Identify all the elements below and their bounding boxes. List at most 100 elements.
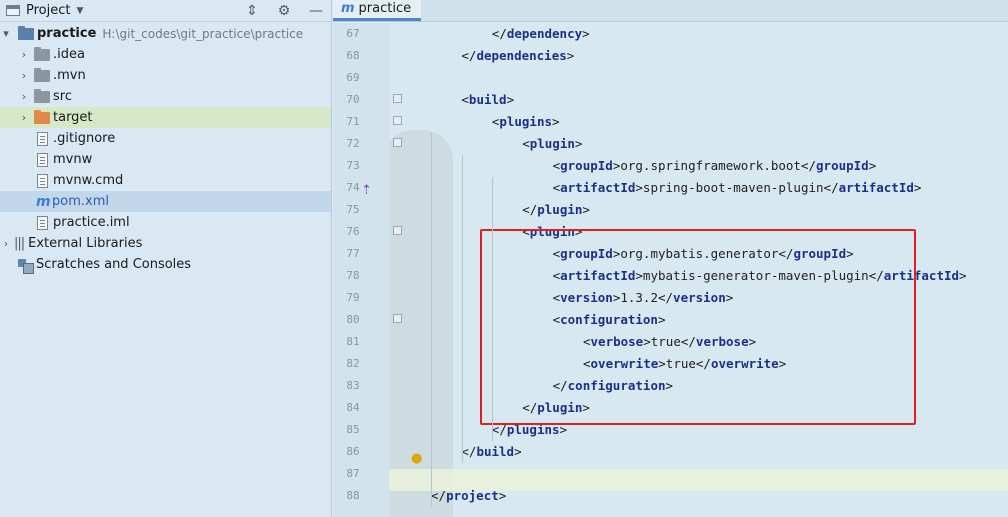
tree-item-gitignore[interactable]: .gitignore (0, 128, 331, 149)
text-file-icon (37, 152, 48, 167)
code-line[interactable]: <build> (461, 89, 514, 111)
tree-item-practice-iml[interactable]: practice.iml (0, 212, 331, 233)
code-line[interactable]: <artifactId>spring-boot-maven-plugin</ar… (553, 177, 922, 199)
chevron-right-icon[interactable]: › (18, 69, 30, 82)
code-line[interactable]: <groupId>org.springframework.boot</group… (553, 155, 877, 177)
code-line[interactable]: <plugin> (522, 133, 582, 155)
line-number: 73 (346, 159, 360, 172)
code-line[interactable]: <plugins> (492, 111, 560, 133)
xml-bracket: > (552, 114, 560, 129)
xml-text-value: org.springframework.boot (620, 158, 801, 173)
fold-marker-icon[interactable] (393, 226, 402, 235)
xml-bracket: < (522, 136, 530, 151)
module-file-icon (37, 215, 48, 230)
chevron-right-icon[interactable]: › (18, 48, 30, 61)
xml-text-value: spring-boot-maven-plugin (642, 180, 824, 195)
line-number: 80 (346, 313, 360, 326)
xml-bracket: </ (461, 48, 477, 63)
xml-bracket: < (552, 158, 561, 173)
tree-item-label: .gitignore (53, 131, 116, 146)
xml-bracket: > (582, 202, 590, 217)
line-number: 76 (346, 225, 360, 238)
tab-pom-xml[interactable]: m practice (333, 0, 422, 21)
xml-tag-name: artifactId (560, 180, 636, 195)
xml-bracket: < (461, 92, 469, 107)
indent-guide (492, 177, 494, 441)
project-panel-title[interactable]: Project (26, 3, 70, 18)
xml-bracket: </ (823, 180, 839, 195)
tree-item-target[interactable]: › target (0, 107, 331, 128)
xml-bracket: </ (461, 444, 477, 459)
code-line[interactable]: </project> (431, 485, 506, 507)
editor-tab-bar: m practice (333, 0, 1008, 22)
fold-marker-icon[interactable] (393, 94, 402, 103)
line-number: 88 (346, 489, 360, 502)
xml-tag-name: groupId (560, 158, 613, 173)
chevron-right-icon[interactable]: › (0, 237, 12, 250)
tree-item-label: mvnw (53, 152, 93, 167)
chevron-right-icon[interactable]: › (18, 111, 30, 124)
tree-item-label: src (53, 89, 72, 104)
tree-item-src[interactable]: › src (0, 86, 331, 107)
xml-tag-name: plugins (499, 114, 553, 129)
xml-tag-name: artifactId (838, 180, 914, 195)
xml-tag-name: build (468, 92, 507, 107)
line-number: 85 (346, 423, 360, 436)
code-line[interactable]: </dependency> (492, 23, 590, 45)
maven-icon: m (341, 1, 355, 16)
fold-marker-icon[interactable] (393, 138, 402, 147)
xml-bracket: </ (800, 158, 817, 173)
tree-item-scratches[interactable]: Scratches and Consoles (0, 254, 331, 275)
text-file-icon (37, 131, 48, 146)
chevron-down-icon[interactable]: ▼ (76, 6, 83, 16)
lightbulb-icon[interactable]: ● (411, 451, 422, 466)
indent-guide (461, 155, 463, 463)
line-number: 86 (346, 445, 360, 458)
tree-item-mvnw-cmd[interactable]: mvnw.cmd (0, 170, 331, 191)
tree-item-pom-xml[interactable]: m pom.xml (0, 191, 331, 212)
editor: m practice </dependency> </dependencies> <… (333, 0, 1008, 517)
line-number: 69 (346, 71, 360, 84)
line-number: 79 (346, 291, 360, 304)
hide-panel-icon[interactable]: — (305, 1, 327, 21)
line-number: 75 (346, 203, 360, 216)
xml-bracket: > (514, 444, 522, 459)
tree-item-mvn[interactable]: › .mvn (0, 65, 331, 86)
code-line[interactable]: </build> (461, 441, 521, 463)
tree-item-mvnw[interactable]: mvnw (0, 149, 331, 170)
code-line[interactable]: </plugin> (522, 199, 590, 221)
folder-icon (34, 46, 50, 61)
line-number: 68 (346, 49, 360, 62)
text-file-icon (37, 173, 48, 188)
line-number: 82 (346, 357, 360, 370)
highlight-box (480, 229, 916, 425)
line-number: 70 (346, 93, 360, 106)
xml-bracket: > (635, 180, 643, 195)
chevron-right-icon[interactable]: › (18, 90, 30, 103)
line-number: 77 (346, 247, 360, 260)
code-line[interactable]: </dependencies> (461, 45, 574, 67)
fold-marker-icon[interactable] (393, 314, 402, 323)
scratches-icon (18, 258, 34, 274)
line-number: 71 (346, 115, 360, 128)
tree-item-practice[interactable]: ▾ practice H:\git_codes\git_practice\pra… (0, 23, 331, 44)
folder-icon (34, 67, 50, 82)
fold-marker-icon[interactable] (393, 116, 402, 125)
tree-item-idea[interactable]: › .idea (0, 44, 331, 65)
collapse-all-icon[interactable]: ⇕ (241, 1, 263, 21)
tree-item-label: mvnw.cmd (53, 173, 124, 188)
tree-item-label: .mvn (53, 68, 86, 83)
xml-bracket: > (868, 158, 877, 173)
xml-bracket: > (582, 26, 590, 41)
tree-item-label: pom.xml (52, 194, 109, 209)
tree-item-external-libraries[interactable]: › ||| External Libraries (0, 233, 331, 254)
gear-icon[interactable]: ⚙ (273, 1, 295, 21)
xml-tag-name: plugin (529, 136, 575, 151)
chevron-down-icon[interactable]: ▾ (0, 27, 12, 40)
xml-tag-name: dependency (506, 26, 583, 41)
tree-item-label: External Libraries (28, 236, 143, 251)
tree-item-label: practice (37, 26, 97, 41)
xml-bracket: </ (431, 488, 447, 503)
xml-bracket: > (566, 48, 575, 63)
library-icon: ||| (14, 236, 25, 251)
